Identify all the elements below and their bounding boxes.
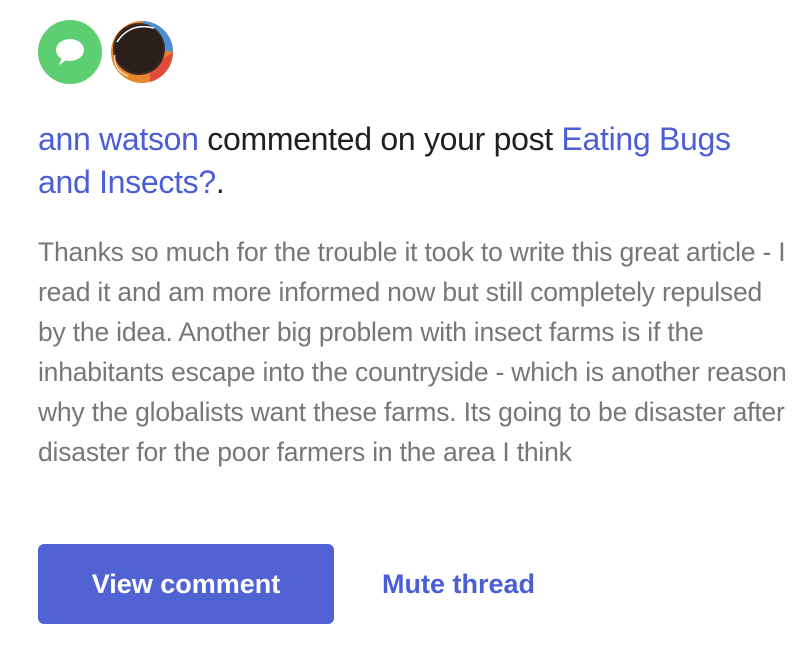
action-text: commented on your post [198, 121, 562, 157]
avatar-group [38, 20, 174, 84]
user-avatar[interactable] [110, 20, 174, 84]
comment-text: Thanks so much for the trouble it took t… [38, 237, 787, 467]
comment-avatar [38, 20, 102, 84]
user-avatar-image [111, 21, 174, 83]
action-bar: View comment Mute thread [38, 544, 535, 624]
headline-period: . [215, 164, 225, 200]
mute-thread-button[interactable]: Mute thread [382, 569, 535, 600]
notification-headline: ann watson commented on your post Eating… [38, 118, 768, 204]
view-comment-button[interactable]: View comment [38, 544, 334, 624]
actor-link[interactable]: ann watson [38, 121, 199, 157]
speech-bubble-icon [56, 39, 84, 65]
